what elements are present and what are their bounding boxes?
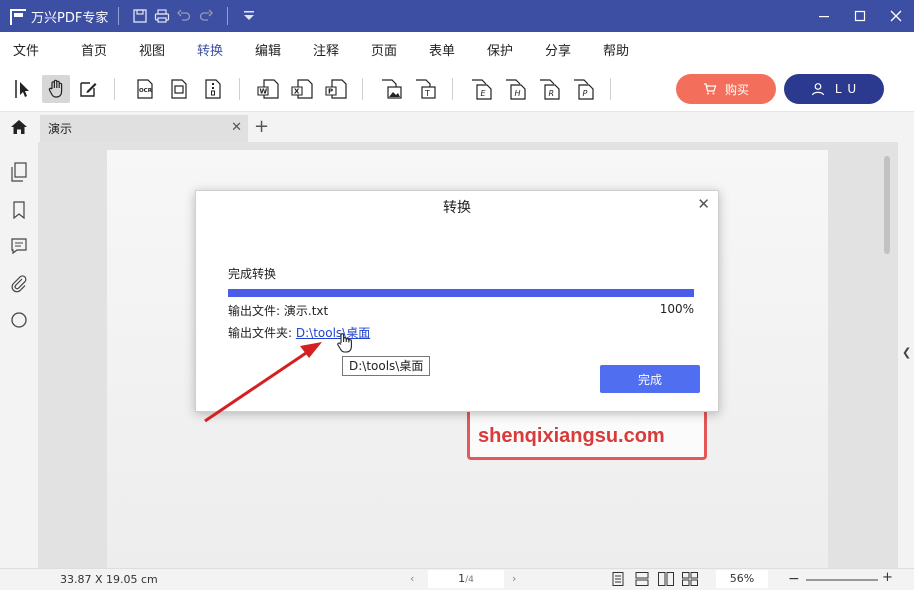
zoom-field[interactable]: 56%: [716, 570, 768, 588]
two-page-continuous-icon[interactable]: [682, 572, 698, 586]
page-number-field[interactable]: 1/4: [428, 570, 504, 588]
continuous-view-icon[interactable]: [634, 572, 650, 586]
annotation-arrow: [204, 342, 322, 423]
next-page-icon[interactable]: ›: [512, 572, 516, 585]
zoom-out-icon[interactable]: −: [788, 571, 800, 587]
page-dimensions: 33.87 X 19.05 cm: [60, 573, 158, 586]
two-page-view-icon[interactable]: [658, 572, 674, 586]
total-pages: /4: [465, 575, 474, 585]
single-page-view-icon[interactable]: [610, 572, 626, 586]
zoom-in-icon[interactable]: +: [882, 570, 893, 585]
status-bar: 33.87 X 19.05 cm ‹ 1/4 › 56% − +: [0, 568, 914, 590]
zoom-slider[interactable]: [806, 579, 878, 581]
prev-page-icon[interactable]: ‹: [410, 572, 414, 585]
